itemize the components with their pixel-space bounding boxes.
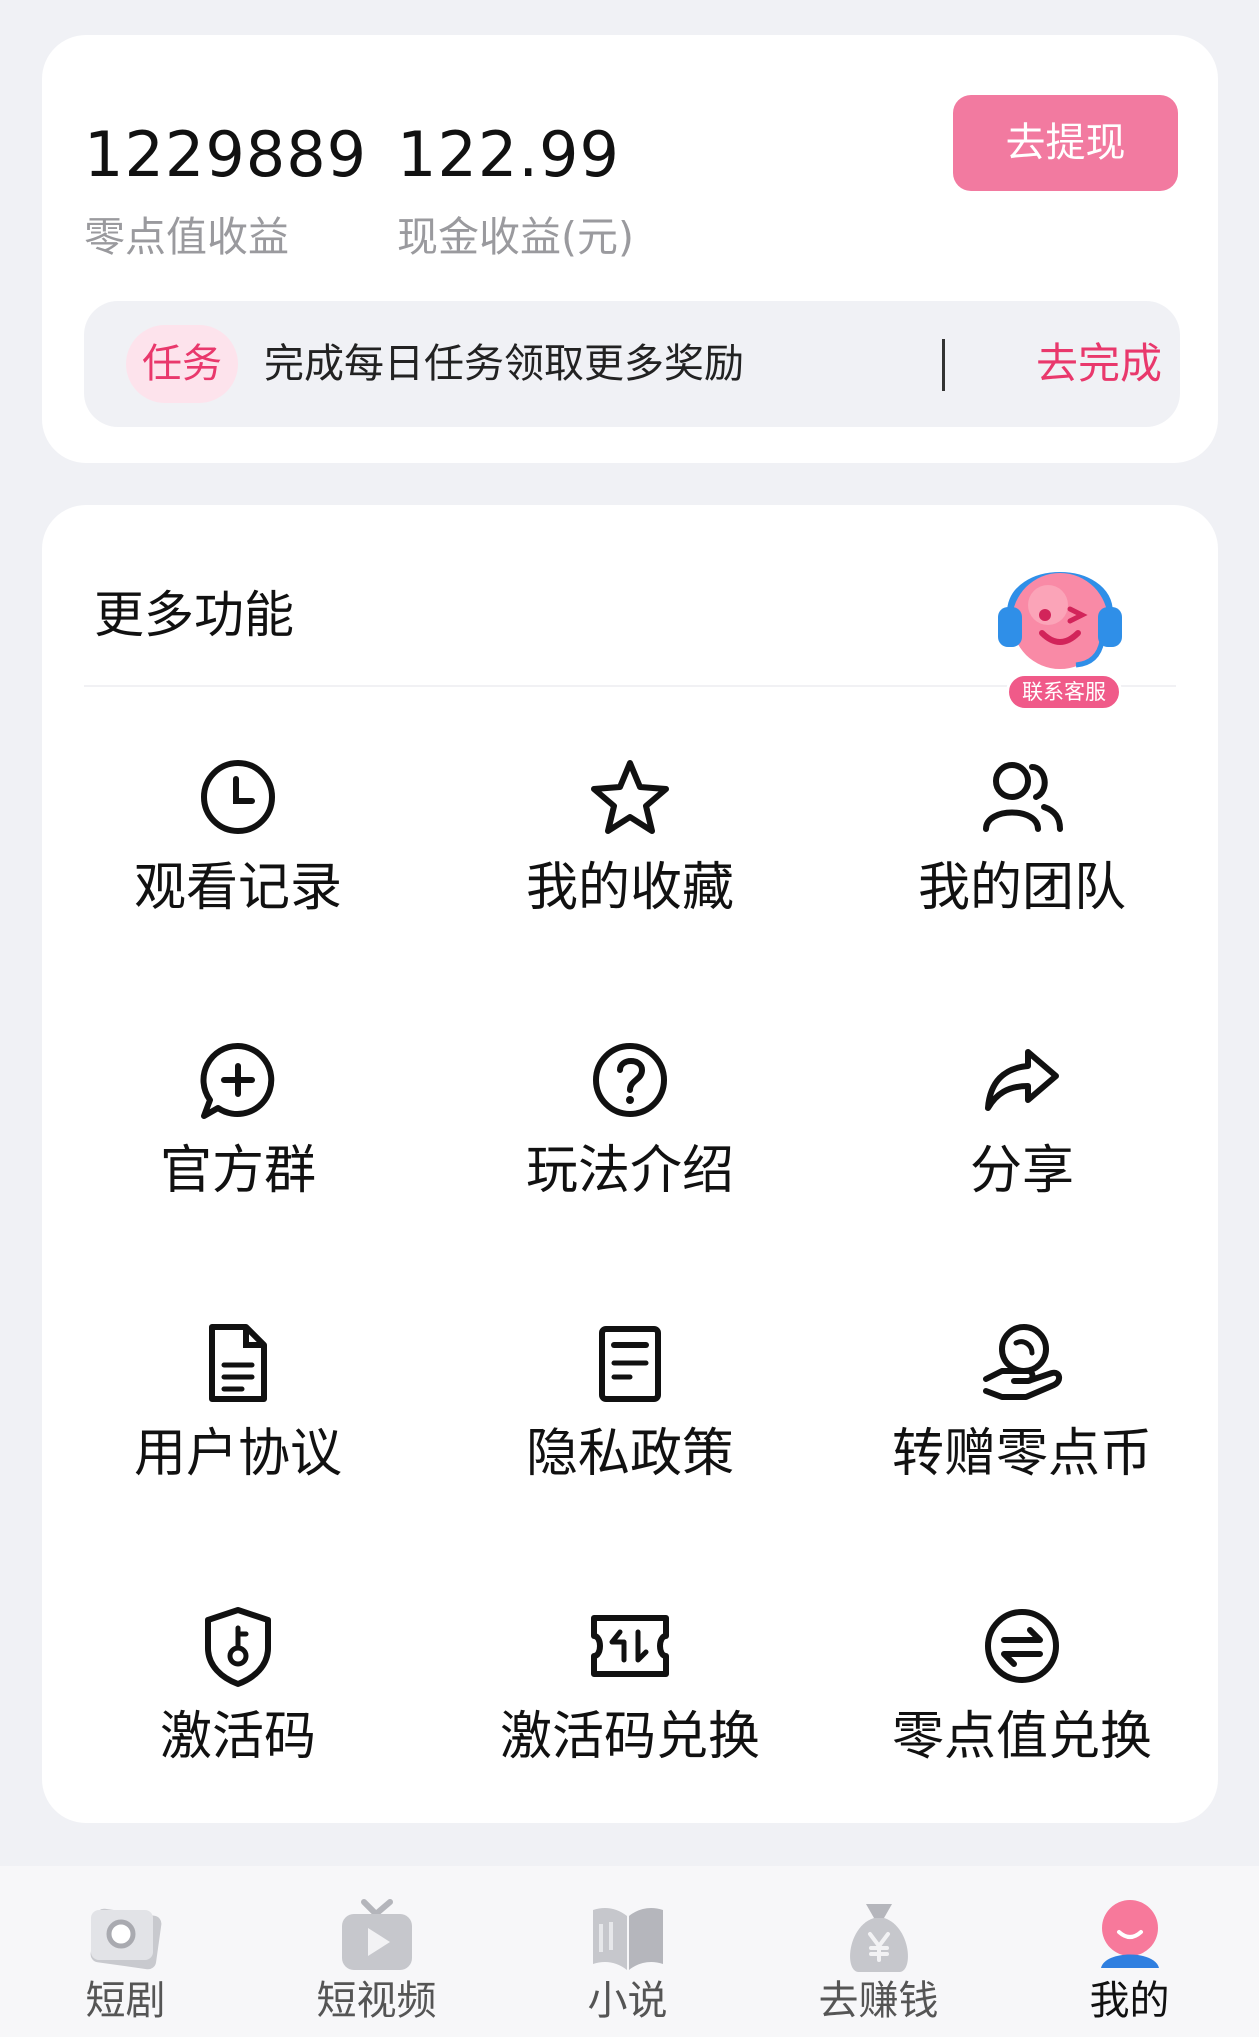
tab-short-video[interactable]: 短视频 [251,1866,502,2037]
tab-earn-money[interactable]: 去赚钱 [753,1866,1004,2037]
task-description: 完成每日任务领取更多奖励 [264,341,744,387]
task-complete-link[interactable]: 去完成 [1036,334,1162,394]
document-icon [209,1324,267,1402]
item-label: 官方群 [159,1141,316,1201]
key-shield-icon [205,1607,271,1687]
my-team-item[interactable]: 我的团队 [826,715,1218,998]
share-icon [985,1049,1059,1111]
item-label: 我的收藏 [525,858,734,918]
exchange-icon [985,1609,1059,1683]
profile-icon [1101,1900,1159,1968]
share-item[interactable]: 分享 [826,998,1218,1281]
item-label: 用户协议 [133,1424,342,1484]
points-exchange-item[interactable]: 零点值兑换 [826,1564,1218,1847]
customer-service-icon [998,572,1122,669]
video-icon [342,1899,412,1970]
item-label: 玩法介绍 [525,1141,734,1201]
item-label: 分享 [969,1141,1074,1201]
task-badge: 任务 [126,325,238,403]
tab-mine[interactable]: 我的 [1004,1866,1255,2037]
customer-service-button[interactable]: 联系客服 [990,535,1130,720]
star-icon [591,760,669,834]
task-divider [942,339,945,391]
daily-task-bar[interactable]: 任务 完成每日任务领取更多奖励 去完成 [84,301,1180,427]
tab-label: 我的 [1089,1978,1170,2024]
cash-value: 122.99 [397,118,620,191]
more-functions-card: 更多功能 联系客服 观看记录 我的收藏 我的团队 官方群 玩法介绍 分享 用户协… [42,505,1218,1823]
book-icon [593,1908,663,1970]
item-label: 转赠零点币 [891,1424,1152,1484]
money-bag-icon [850,1904,908,1972]
item-label: 隐私政策 [525,1424,734,1484]
tab-label: 去赚钱 [818,1978,939,2024]
clock-icon [201,760,275,834]
policy-icon [599,1326,661,1402]
activation-code-item[interactable]: 激活码 [42,1564,434,1847]
gameplay-intro-item[interactable]: 玩法介绍 [434,998,826,1281]
item-label: 零点值兑换 [891,1707,1152,1767]
tab-label: 短视频 [316,1978,437,2024]
help-icon [593,1043,667,1117]
tab-label: 小说 [587,1978,668,2024]
team-icon [983,762,1063,832]
gift-coins-item[interactable]: 转赠零点币 [826,1281,1218,1564]
favorites-item[interactable]: 我的收藏 [434,715,826,998]
points-value: 1229889 [84,118,368,191]
points-stat[interactable]: 1229889 零点值收益 [84,115,367,263]
privacy-policy-item[interactable]: 隐私政策 [434,1281,826,1564]
cash-label: 现金收益(元) [397,213,634,261]
chat-plus-icon [200,1042,275,1119]
drama-icon [90,1908,162,1970]
ticket-exchange-icon [591,1615,669,1677]
official-group-item[interactable]: 官方群 [42,998,434,1281]
tab-drama[interactable]: 短剧 [0,1866,251,2037]
points-label: 零点值收益 [84,213,289,261]
item-label: 观看记录 [133,858,342,918]
item-label: 我的团队 [917,858,1126,918]
withdraw-button[interactable]: 去提现 [953,95,1178,191]
tab-label: 短剧 [85,1978,166,2024]
watch-history-item[interactable]: 观看记录 [42,715,434,998]
earnings-card: 1229889 零点值收益 122.99 现金收益(元) 去提现 任务 完成每日… [42,35,1218,463]
tab-novel[interactable]: 小说 [502,1866,753,2037]
item-label: 激活码兑换 [499,1707,760,1767]
section-title: 更多功能 [94,586,294,644]
gift-hand-icon [983,1324,1062,1400]
activation-code-redeem-item[interactable]: 激活码兑换 [434,1564,826,1847]
bottom-tab-bar: 短剧 短视频 小说 去赚钱 我的 [0,1866,1259,2037]
cash-stat[interactable]: 122.99 现金收益(元) [397,115,634,263]
user-agreement-item[interactable]: 用户协议 [42,1281,434,1564]
customer-service-label: 联系客服 [1006,673,1122,711]
item-label: 激活码 [159,1707,316,1767]
